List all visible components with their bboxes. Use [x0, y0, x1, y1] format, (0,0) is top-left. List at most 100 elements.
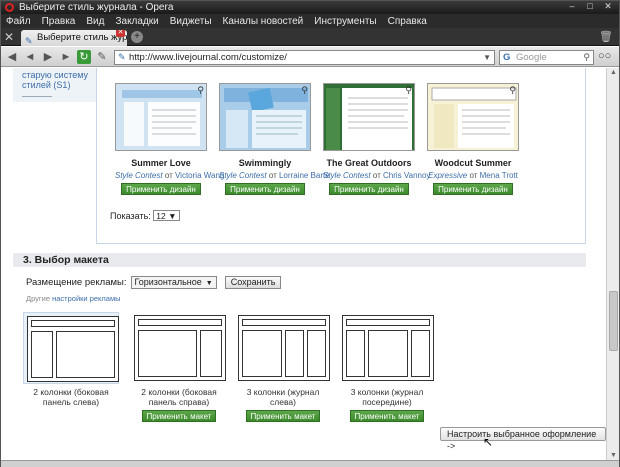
search-icon[interactable]: ⚲: [583, 51, 590, 64]
apply-layout-button[interactable]: Применить макет: [141, 410, 217, 422]
page-size-select[interactable]: 12 ▼: [153, 210, 180, 221]
theme-thumbnail[interactable]: ⚲: [115, 83, 207, 151]
ad-placement-select[interactable]: Горизонтальное ▼: [130, 276, 217, 289]
theme-preview: [116, 84, 206, 150]
theme-preview: [324, 84, 414, 150]
search-input[interactable]: G Google ⚲: [499, 50, 594, 65]
theme-thumbnail[interactable]: ⚲: [427, 83, 519, 151]
layout-label: 2 колонки (боковая панель справа): [141, 387, 217, 407]
apply-design-button[interactable]: Применить дизайн: [329, 183, 409, 195]
ad-placement-label: Размещение рекламы:: [26, 277, 127, 288]
sidebar: старую систему стилей (S1): [13, 68, 97, 102]
theme-info: Style Contest от Victoria Wang: [115, 171, 224, 180]
theme-category-link[interactable]: Style Contest: [219, 171, 267, 180]
zoom-icon[interactable]: ⚲: [509, 85, 516, 96]
layout-label: 3 колонки (журнал слева): [246, 387, 320, 407]
theme-name: Swimmingly: [238, 158, 292, 168]
theme-category-link[interactable]: Style Contest: [323, 171, 371, 180]
glasses-icon[interactable]: ○○: [598, 50, 611, 62]
apply-design-button[interactable]: Применить дизайн: [225, 183, 305, 195]
theme-category-link[interactable]: Style Contest: [115, 171, 163, 180]
edit-icon[interactable]: ✎: [95, 50, 109, 64]
zoom-icon[interactable]: ⚲: [197, 85, 204, 96]
theme-thumbnail[interactable]: ⚲: [219, 83, 311, 151]
menu-edit[interactable]: Правка: [42, 16, 76, 27]
theme-author-link[interactable]: Mena Trott: [480, 171, 518, 180]
theme-by: от: [164, 171, 173, 180]
back-icon[interactable]: ◀: [5, 50, 19, 64]
menu-help[interactable]: Справка: [388, 16, 427, 27]
zoom-icon[interactable]: ⚲: [405, 85, 412, 96]
vertical-scrollbar[interactable]: ▲ ▼: [606, 68, 619, 460]
save-button[interactable]: Сохранить: [224, 276, 282, 289]
chevron-down-icon: ▼: [168, 211, 177, 221]
theme-category-link[interactable]: Expressive: [428, 171, 467, 180]
reload-icon[interactable]: ↻: [77, 50, 91, 64]
layout-diagram: [134, 315, 226, 381]
layout-diagram: [27, 316, 119, 382]
page-size-value: 12: [156, 211, 166, 221]
menu-view[interactable]: Вид: [86, 16, 104, 27]
apply-layout-button[interactable]: Применить макет: [245, 410, 321, 422]
theme-card: ⚲ Swimmingly Style Contest от Lorraine B…: [219, 83, 330, 195]
apply-design-button[interactable]: Применить дизайн: [121, 183, 201, 195]
layout-option[interactable]: 2 колонки (боковая панель слева): [23, 312, 119, 407]
theme-preview: [428, 84, 518, 150]
trash-icon[interactable]: 🗑: [599, 30, 613, 43]
apply-layout-button[interactable]: Применить макет: [349, 410, 425, 422]
scroll-up-icon[interactable]: ▲: [609, 69, 618, 76]
back-history-icon[interactable]: ◄: [23, 50, 37, 64]
theme-by: от: [372, 171, 381, 180]
menu-widgets[interactable]: Виджеты: [170, 16, 212, 27]
apply-design-button[interactable]: Применить дизайн: [433, 183, 513, 195]
layout-option[interactable]: 2 колонки (боковая панель справа) Примен…: [131, 312, 227, 422]
page-content: старую систему стилей (S1) ⚲ Summer Love: [1, 68, 606, 460]
chevron-down-icon[interactable]: ▼: [483, 51, 491, 64]
layout-diagram: [342, 315, 434, 381]
layout-option[interactable]: 3 колонки (журнал посередине) Применить …: [339, 312, 435, 422]
ad-placement-row: Размещение рекламы: Горизонтальное ▼ Сохр…: [26, 276, 282, 289]
section-title: 3. Выбор макета: [13, 253, 586, 267]
theme-info: Style Contest от Chris Vannoy: [323, 171, 430, 180]
layout-diagram: [238, 315, 330, 381]
customize-theme-button[interactable]: Настроить выбранное оформление ->: [440, 427, 606, 451]
theme-by: от: [268, 171, 277, 180]
address-url: http://www.livejournal.com/customize/: [129, 52, 287, 63]
window-title: Выберите стиль журнала - Opera: [19, 2, 174, 13]
minimize-icon[interactable]: –: [564, 1, 580, 12]
close-icon[interactable]: ✕: [600, 1, 616, 12]
tab-active[interactable]: ✎ Выберите стиль журн... ✕: [21, 30, 127, 46]
new-tab-icon[interactable]: +: [131, 31, 143, 43]
browser-window: Выберите стиль журнала - Opera – □ ✕ Фай…: [0, 0, 620, 467]
ad-settings-link[interactable]: настройки рекламы: [52, 294, 120, 303]
layout-label: 2 колонки (боковая панель слева): [33, 387, 109, 407]
chevron-down-icon: ▼: [205, 280, 213, 287]
tab-close-icon[interactable]: ✕: [116, 30, 125, 37]
address-field[interactable]: ✎ http://www.livejournal.com/customize/ …: [114, 50, 495, 65]
page-icon: ✎: [118, 52, 126, 62]
search-placeholder: Google: [516, 52, 547, 63]
menu-file[interactable]: Файл: [6, 16, 31, 27]
theme-author-link[interactable]: Victoria Wang: [175, 171, 224, 180]
google-icon: G: [503, 52, 511, 63]
menu-tools[interactable]: Инструменты: [314, 16, 376, 27]
tools-icon[interactable]: ✕: [4, 30, 18, 44]
fast-forward-icon[interactable]: ►: [59, 50, 73, 64]
theme-name: Summer Love: [131, 158, 191, 168]
zoom-icon[interactable]: ⚲: [301, 85, 308, 96]
menu-bookmarks[interactable]: Закладки: [115, 16, 158, 27]
page-icon: ✎: [25, 36, 33, 46]
ad-placement-value: Горизонтальное: [134, 277, 202, 287]
theme-author-link[interactable]: Chris Vannoy: [383, 171, 430, 180]
theme-thumbnail[interactable]: ⚲: [323, 83, 415, 151]
scrollbar-thumb[interactable]: [609, 291, 618, 351]
maximize-icon[interactable]: □: [582, 1, 598, 12]
forward-icon[interactable]: ▶: [41, 50, 55, 64]
theme-card: ⚲ The Great Outdoors Style Contest от Ch…: [323, 83, 430, 195]
layout-option[interactable]: 3 колонки (журнал слева) Применить макет: [235, 312, 331, 422]
navigation-bar: ◀ ◄ ▶ ► ↻ ✎ ✎ http://www.livejournal.com…: [1, 47, 619, 67]
show-label: Показать:: [110, 211, 151, 221]
menu-feeds[interactable]: Каналы новостей: [223, 16, 304, 27]
scroll-down-icon[interactable]: ▼: [609, 452, 618, 459]
sidebar-link-styles[interactable]: стилей (S1): [13, 80, 70, 91]
